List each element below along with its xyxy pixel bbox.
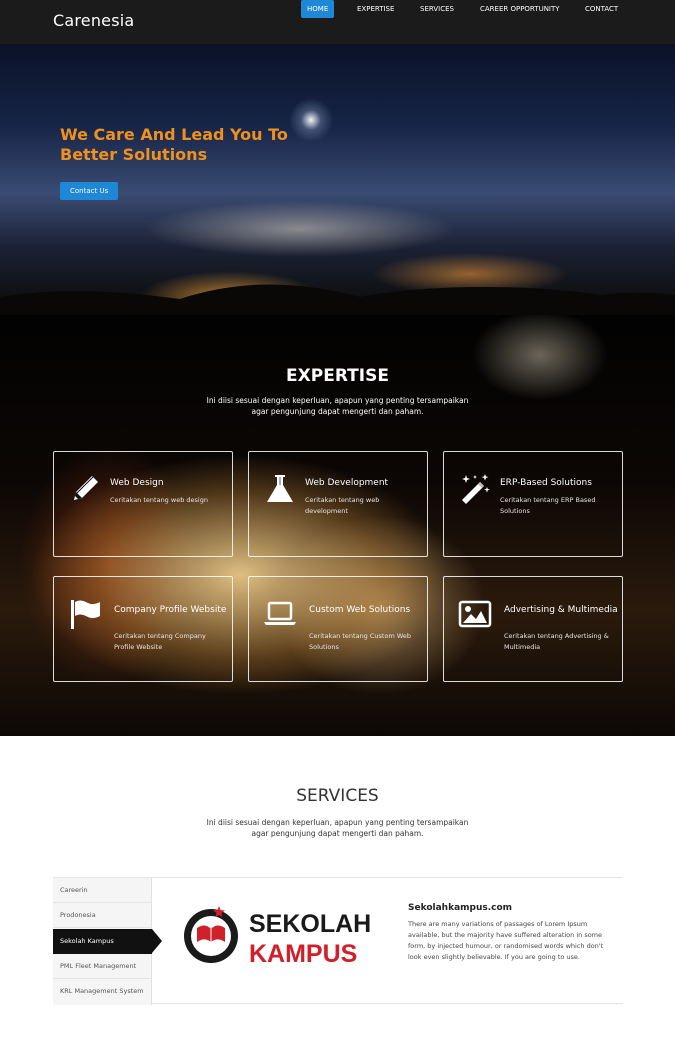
nav-expertise[interactable]: EXPERTISE xyxy=(357,0,394,18)
pencil-icon xyxy=(74,476,98,500)
nav-home[interactable]: HOME xyxy=(301,0,335,18)
expertise-card-web-design[interactable]: Web Design Ceritakan tentang web design xyxy=(53,451,233,557)
card-description: Ceritakan tentang Advertising & Multimed… xyxy=(504,632,609,651)
svg-text:KAMPUS: KAMPUS xyxy=(249,940,357,966)
sekolah-kampus-logo: SEKOLAH KAMPUS xyxy=(184,906,371,966)
picture-icon xyxy=(458,600,492,628)
card-description: Ceritakan tentang ERP Based Solutions xyxy=(500,496,596,515)
tab-sekolah-kampus[interactable]: Sekolah Kampus xyxy=(53,929,162,954)
tab-pml-fleet-management[interactable]: PML Fleet Management xyxy=(53,954,152,979)
card-description: Ceritakan tentang web design xyxy=(110,496,208,504)
card-description: Ceritakan tentang web development xyxy=(305,496,380,515)
laptop-icon xyxy=(264,601,296,625)
service-detail-description: There are many variations of passages of… xyxy=(408,920,604,961)
tab-careerin[interactable]: Careerin xyxy=(53,878,152,903)
nav-contact[interactable]: CONTACT xyxy=(585,0,618,18)
hero-title: We Care And Lead You To Better Solutions xyxy=(60,125,288,164)
expertise-section: EXPERTISE Ini diisi sesuai dengan keperl… xyxy=(0,315,675,736)
expertise-card-advertising-multimedia[interactable]: Advertising & Multimedia Ceritakan tenta… xyxy=(443,576,623,682)
card-title: ERP-Based Solutions xyxy=(500,478,592,488)
flask-icon xyxy=(267,475,293,502)
services-subtitle: Ini diisi sesuai dengan keperluan, apapu… xyxy=(206,818,469,838)
expertise-title: EXPERTISE xyxy=(286,366,389,386)
services-tab-list: Careerin Prodonesia Sekolah Kampus PML F… xyxy=(53,878,162,1005)
services-panel: Careerin Prodonesia Sekolah Kampus PML F… xyxy=(53,877,623,1005)
magic-wand-icon xyxy=(462,474,490,504)
card-title: Company Profile Website xyxy=(114,605,227,615)
card-title: Web Development xyxy=(305,478,389,488)
nav-career-opportunity[interactable]: CAREER OPPORTUNITY xyxy=(480,0,560,18)
tab-prodonesia[interactable]: Prodonesia xyxy=(53,903,152,928)
card-title: Advertising & Multimedia xyxy=(504,605,618,615)
card-title: Custom Web Solutions xyxy=(309,605,411,615)
brand-logo[interactable]: Carenesia xyxy=(53,11,134,30)
contact-us-button[interactable]: Contact Us xyxy=(60,182,119,200)
hills-silhouette xyxy=(0,284,675,315)
expertise-card-erp-based-solutions[interactable]: ERP-Based Solutions Ceritakan tentang ER… xyxy=(443,451,623,557)
nav-services[interactable]: SERVICES xyxy=(420,0,454,18)
tab-krl-management-system[interactable]: KRL Management System xyxy=(53,979,152,1004)
hero-banner: We Care And Lead You To Better Solutions… xyxy=(0,44,675,315)
expertise-card-web-development[interactable]: Web Development Ceritakan tentang web de… xyxy=(248,451,428,557)
expertise-card-custom-web-solutions[interactable]: Custom Web Solutions Ceritakan tentang C… xyxy=(248,576,428,682)
expertise-card-company-profile-website[interactable]: Company Profile Website Ceritakan tentan… xyxy=(53,576,233,682)
navbar: Carenesia HOME EXPERTISE SERVICES CAREER… xyxy=(0,0,675,44)
expertise-subtitle: Ini diisi sesuai dengan keperluan, apapu… xyxy=(206,396,469,416)
service-detail-title: Sekolahkampus.com xyxy=(408,903,513,913)
svg-text:SEKOLAH: SEKOLAH xyxy=(249,910,371,938)
card-title: Web Design xyxy=(110,478,164,488)
card-description: Ceritakan tentang Company Profile Websit… xyxy=(114,632,206,651)
card-description: Ceritakan tentang Custom Web Solutions xyxy=(309,632,412,651)
services-title: SERVICES xyxy=(296,786,379,806)
flag-icon xyxy=(71,600,100,629)
